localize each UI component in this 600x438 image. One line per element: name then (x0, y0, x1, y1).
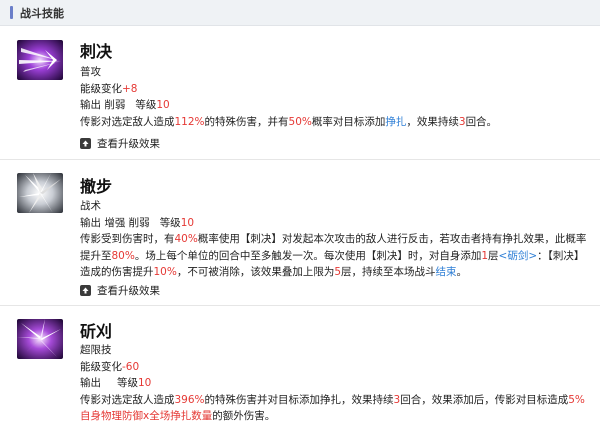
skill-details: 普攻 能级变化+8 输出 削弱 等级10 传影对选定敌人造成112%的特殊伤害，并… (80, 64, 592, 130)
status-link-struggle[interactable]: 挣扎 (385, 116, 406, 128)
arrow-up-icon (80, 138, 91, 149)
skill-description: 传影受到伤害时，有40%概率使用【刺决】对发起本次攻击的敌人进行反击，若攻击者持… (80, 233, 587, 278)
upgrade-label: 查看升级效果 (97, 138, 160, 150)
skill-details: 战术 输出 增强 削弱 等级10 传影受到伤害时，有40%概率使用【刺决】对发起本… (80, 198, 592, 281)
energy-change: 能级变化-60 (80, 360, 140, 373)
skill-type: 战术 (80, 200, 101, 212)
skill-description: 传影对选定敌人造成396%的特殊伤害并对目标添加挣扎，效果持续3回合，效果添加后… (80, 393, 585, 423)
section-header: 战斗技能 (0, 0, 600, 26)
header-accent-bar (10, 6, 13, 19)
purple-burst-icon (17, 319, 63, 359)
status-link-sharpen[interactable]: <砺剑> (499, 250, 538, 262)
skill-card-2: 撤步 战术 输出 增强 削弱 等级10 传影受到伤害时，有40%概率使用【刺决】对… (0, 159, 600, 305)
skill-name: 斫刈 (80, 322, 113, 341)
skill-type: 普攻 (80, 66, 101, 78)
view-upgrade-button[interactable]: 查看升级效果 (80, 283, 160, 298)
skill-details: 超限技 能级变化-60 输出 等级10 传影对选定敌人造成396%的特殊伤害并对目… (80, 342, 592, 425)
section-title: 战斗技能 (20, 6, 64, 20)
silver-spikes-icon (17, 173, 63, 213)
skill-name: 撤步 (80, 177, 113, 196)
arrow-up-icon (80, 285, 91, 296)
tags-level: 输出 削弱 等级10 (80, 99, 170, 111)
skill-card-3: 斫刈 超限技 能级变化-60 输出 等级10 传影对选定敌人造成396%的特殊伤害… (0, 305, 600, 438)
status-link-end[interactable]: 结束 (436, 266, 457, 278)
skill-card-1: 刺决 普攻 能级变化+8 输出 削弱 等级10 传影对选定敌人造成112%的特殊伤… (0, 26, 600, 159)
upgrade-label: 查看升级效果 (97, 285, 160, 297)
energy-change: 能级变化+8 (80, 82, 138, 95)
skill-name: 刺决 (80, 42, 113, 61)
skill-type: 超限技 (80, 344, 112, 356)
skill-description: 传影对选定敌人造成112%的特殊伤害，并有50%概率对目标添加挣扎，效果持续3回… (80, 115, 498, 128)
tags-level: 输出 等级10 (80, 377, 152, 389)
purple-slash-icon (17, 40, 63, 80)
view-upgrade-button[interactable]: 查看升级效果 (80, 136, 160, 151)
tags-level: 输出 增强 削弱 等级10 (80, 216, 195, 229)
